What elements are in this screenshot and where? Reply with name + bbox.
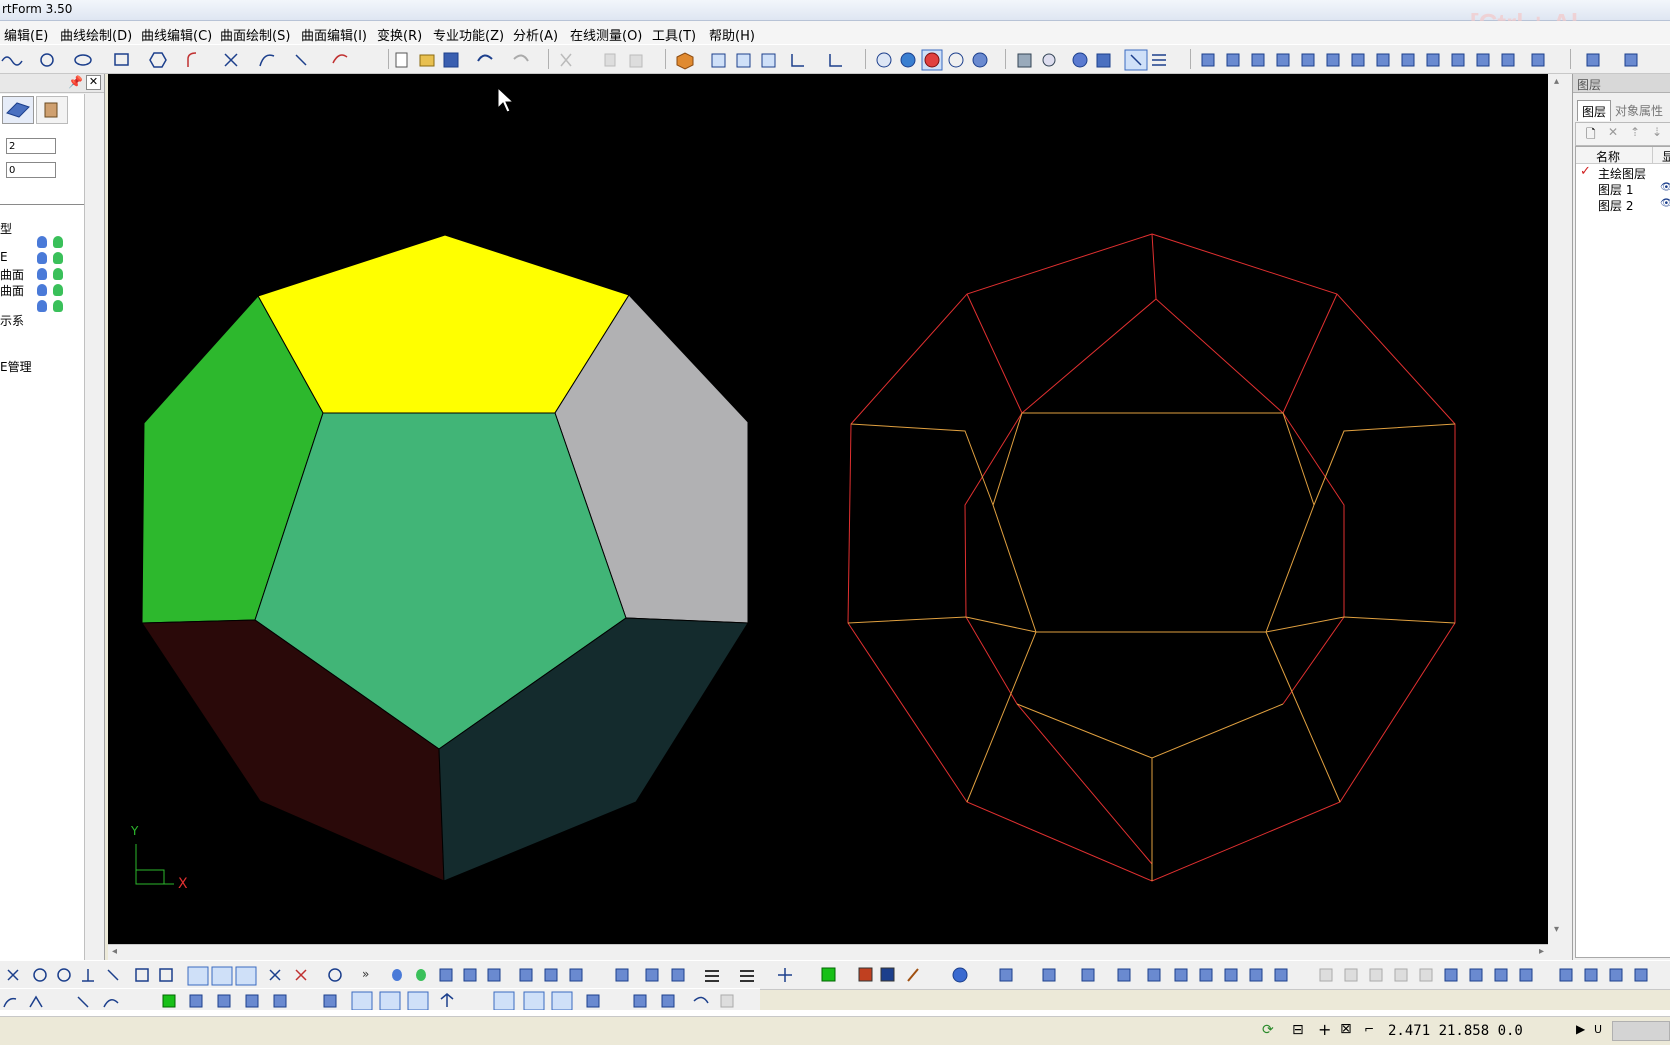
new-layer-icon[interactable]: 🗋 — [1586, 125, 1596, 146]
layers-toolbar: 🗋 ✕ ⇡ ⇣ — [1575, 122, 1670, 146]
visibility-bulb-icon[interactable] — [37, 300, 47, 312]
menu-online-measure[interactable]: 在线测量(O) — [570, 25, 642, 44]
left-panel: 📌 ✕ 型 E 曲面 曲面 示系 E管理 — [0, 74, 105, 962]
param-field-1[interactable] — [6, 138, 56, 154]
sync-icon[interactable]: ⟳ — [1262, 1022, 1274, 1038]
crosshair-icon[interactable]: + — [1318, 1020, 1331, 1039]
viewport-3d[interactable]: Y X — [108, 74, 1548, 944]
layer-name: 主绘图层 — [1598, 167, 1647, 181]
menu-edit[interactable]: 编辑(E) — [4, 25, 48, 44]
tree-item-model[interactable]: 型 — [0, 220, 12, 237]
menu-help[interactable]: 帮助(H) — [709, 25, 755, 44]
menu-surface-edit[interactable]: 曲面编辑(I) — [301, 25, 367, 44]
tab-layers[interactable]: 图层 — [1577, 100, 1611, 121]
unit-label: U — [1594, 1023, 1603, 1036]
window-title: rtForm 3.50 — [2, 2, 73, 16]
move-up-icon[interactable]: ⇡ — [1630, 125, 1640, 139]
left-panel-header: 📌 ✕ — [0, 74, 104, 93]
layer-row[interactable]: ✓ 主绘图层 — [1576, 164, 1670, 181]
shaded-dodecahedron[interactable] — [141, 234, 749, 882]
wire-inner-edges — [847, 412, 1456, 881]
menu-curve-draw[interactable]: 曲线绘制(D) — [60, 25, 132, 44]
title-bar: rtForm 3.50 [Ctrl + Al — [0, 0, 1670, 38]
layer-name: 图层 2 — [1598, 199, 1634, 213]
eye-icon[interactable]: 👁 — [1660, 198, 1670, 209]
param-field-2[interactable] — [6, 162, 56, 178]
divider — [0, 204, 84, 205]
play-icon[interactable]: ▶ — [1576, 1022, 1585, 1036]
main-toolbar — [0, 44, 1670, 74]
axis-y-label: Y — [131, 824, 139, 838]
ruler-icon[interactable]: ⊟ — [1292, 1022, 1304, 1038]
coordinate-readout: 2.471 21.858 0.0 — [1388, 1023, 1523, 1039]
axis-triad — [135, 844, 174, 885]
status-bar: ⟳ ⊟ + ⊠ ⌐ 2.471 21.858 0.0 ▶ U — [0, 1016, 1670, 1045]
bottom-toolbar-1: » — [0, 960, 1670, 990]
scroll-down-icon[interactable]: ▾ — [1554, 924, 1559, 935]
coord-icon: ⌐ — [1364, 1022, 1375, 1036]
layers-panel-title: 图层 — [1577, 78, 1602, 92]
scroll-up-icon[interactable]: ▴ — [1554, 76, 1559, 87]
visibility-bulb-icon[interactable] — [37, 268, 47, 280]
tab-layers-label: 图层 — [1582, 105, 1607, 119]
visibility-bulb-icon[interactable] — [37, 284, 47, 296]
wire-mid-edges — [964, 233, 1345, 865]
select-bulb-icon[interactable] — [53, 268, 63, 280]
left-panel-content: 型 E 曲面 曲面 示系 E管理 — [0, 94, 85, 962]
bottom-toolbar-1-icons[interactable]: » — [0, 961, 1670, 989]
layers-panel: 图层 图层 对象属性 🗋 ✕ ⇡ ⇣ 名称 显 ✓ 主绘图层 图层 1 👁 图层… — [1572, 74, 1670, 960]
wireframe-dodecahedron[interactable] — [847, 233, 1456, 882]
delete-layer-icon[interactable]: ✕ — [1608, 125, 1618, 139]
viewport-scene[interactable] — [108, 74, 1548, 944]
layers-list: 名称 显 ✓ 主绘图层 图层 1 👁 图层 2 👁 — [1575, 146, 1670, 958]
menu-bar: 编辑(E) 曲线绘制(D) 曲线编辑(C) 曲面绘制(S) 曲面编辑(I) 变换… — [0, 21, 1670, 44]
status-progress — [1612, 1021, 1670, 1041]
axis-x-label: X — [178, 876, 188, 892]
tree-item-manage[interactable]: E管理 — [0, 358, 32, 375]
scroll-right-icon[interactable]: ▸ — [1539, 946, 1544, 957]
tab-feature-icon[interactable] — [36, 96, 68, 124]
tree-item-surface-1[interactable]: 曲面 — [0, 266, 24, 283]
menu-curve-edit[interactable]: 曲线编辑(C) — [141, 25, 212, 44]
menu-tools[interactable]: 工具(T) — [652, 25, 696, 44]
tree-item-2[interactable]: E — [0, 250, 8, 264]
layers-list-header: 名称 显 — [1576, 147, 1670, 164]
move-down-icon[interactable]: ⇣ — [1652, 125, 1662, 139]
select-bulb-icon[interactable] — [53, 236, 63, 248]
column-visible: 显 — [1662, 150, 1670, 164]
grid-snap-icon[interactable]: ⊠ — [1340, 1021, 1352, 1037]
mouse-cursor-icon — [497, 86, 515, 113]
active-check-icon: ✓ — [1580, 164, 1591, 179]
close-icon[interactable]: ✕ — [86, 75, 101, 90]
select-bulb-icon[interactable] — [53, 284, 63, 296]
vertical-scrollbar[interactable]: ▴ ▾ — [1548, 74, 1572, 960]
menu-professional[interactable]: 专业功能(Z) — [433, 25, 504, 44]
column-name: 名称 — [1596, 150, 1621, 164]
scroll-left-icon[interactable]: ◂ — [112, 946, 117, 957]
layer-row[interactable]: 图层 1 👁 — [1576, 181, 1670, 197]
main-toolbar-icons[interactable] — [0, 45, 1670, 73]
tree-item-surface-2[interactable]: 曲面 — [0, 282, 24, 299]
horizontal-scrollbar[interactable]: ◂ ▸ — [108, 944, 1548, 961]
select-bulb-icon[interactable] — [53, 300, 63, 312]
layers-panel-header: 图层 — [1573, 74, 1670, 93]
tree-item-coordsys[interactable]: 示系 — [0, 312, 24, 329]
pin-icon[interactable]: 📌 — [68, 75, 83, 89]
layer-row[interactable]: 图层 2 👁 — [1576, 197, 1670, 213]
eye-icon[interactable]: 👁 — [1660, 182, 1670, 193]
visibility-bulb-icon[interactable] — [37, 252, 47, 264]
menu-surface-draw[interactable]: 曲面绘制(S) — [220, 25, 290, 44]
menu-transform[interactable]: 变换(R) — [377, 25, 422, 44]
visibility-bulb-icon[interactable] — [37, 236, 47, 248]
select-bulb-icon[interactable] — [53, 252, 63, 264]
svg-text:»: » — [362, 967, 369, 981]
tab-model-icon[interactable] — [2, 96, 34, 124]
tab-object-props[interactable]: 对象属性 — [1615, 102, 1663, 119]
menu-analysis[interactable]: 分析(A) — [513, 25, 558, 44]
layer-name: 图层 1 — [1598, 183, 1634, 197]
